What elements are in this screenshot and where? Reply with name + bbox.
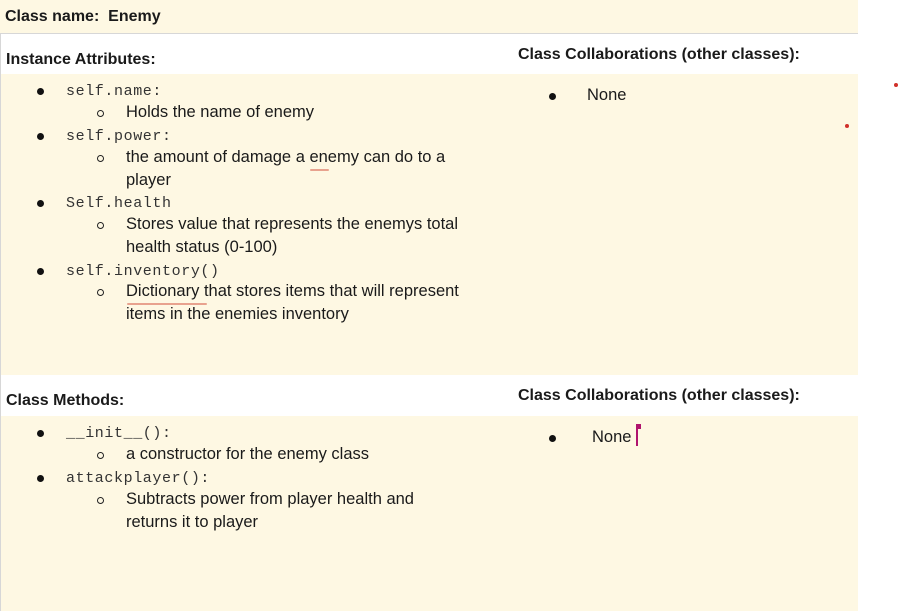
- methods-header-cell[interactable]: Class Methods:: [0, 375, 509, 417]
- method-description: returns it to player: [126, 513, 259, 531]
- attributes-collab-header: Class Collaborations (other classes):: [518, 46, 800, 63]
- sub-bullet-icon: [97, 497, 104, 504]
- attribute-description: items in the enemies inventory: [126, 305, 349, 323]
- sub-bullet-icon: [97, 110, 104, 117]
- attribute-description: Holds the name of enemy: [126, 103, 315, 121]
- bullet-icon: [37, 268, 44, 275]
- attributes-header: Instance Attributes:: [6, 51, 156, 68]
- attribute-description: player: [126, 171, 171, 189]
- sub-bullet-icon: [97, 155, 104, 162]
- collab-item: None: [592, 428, 632, 446]
- sub-bullet-icon: [97, 452, 104, 459]
- class-name-label: Class name:: [5, 8, 100, 25]
- sub-bullet-icon: [97, 289, 104, 296]
- methods-collab-header: Class Collaborations (other classes):: [518, 387, 800, 404]
- bullet-icon: [37, 430, 44, 437]
- attribute-description: Stores value that represents the enemys …: [126, 215, 459, 233]
- class-name-cell[interactable]: Class name: Enemy: [0, 0, 858, 34]
- attribute-code: Self.health: [66, 195, 172, 212]
- text-cursor: [636, 426, 638, 446]
- class-name-value: Enemy: [108, 8, 161, 25]
- class-card-document: Class name: Enemy Instance Attributes: C…: [0, 0, 858, 611]
- attributes-collab-header-cell[interactable]: Class Collaborations (other classes):: [508, 34, 858, 75]
- cursor-flag-icon: [636, 424, 641, 429]
- attribute-description: health status (0-100): [126, 238, 278, 256]
- comment-marker-icon[interactable]: [845, 124, 849, 128]
- bullet-icon: [37, 475, 44, 482]
- attribute-code: self.inventory(): [66, 263, 220, 280]
- methods-collab-cell[interactable]: None: [508, 416, 858, 611]
- spellcheck-underline: [310, 169, 329, 171]
- methods-header: Class Methods:: [6, 392, 125, 409]
- methods-body-cell[interactable]: __init__(): a constructor for the enemy …: [0, 416, 509, 611]
- attributes-collab-cell[interactable]: None: [508, 74, 858, 376]
- bullet-icon: [549, 435, 556, 442]
- method-description: Subtracts power from player health and: [126, 490, 414, 508]
- collab-item: None: [587, 86, 627, 104]
- sub-bullet-icon: [97, 222, 104, 229]
- attributes-body-cell[interactable]: self.name: Holds the name of enemy self.…: [0, 74, 509, 376]
- attribute-code: self.power:: [66, 128, 172, 145]
- bullet-icon: [37, 133, 44, 140]
- method-code: __init__():: [66, 425, 172, 442]
- attribute-description: the amount of damage a enemy can do to a: [126, 148, 446, 166]
- attribute-description: Dictionary that stores items that will r…: [126, 282, 459, 300]
- method-code: attackplayer():: [66, 470, 211, 487]
- bullet-icon: [549, 93, 556, 100]
- bullet-icon: [37, 88, 44, 95]
- methods-collab-header-cell[interactable]: Class Collaborations (other classes):: [508, 375, 858, 417]
- bullet-icon: [37, 200, 44, 207]
- method-description: a constructor for the enemy class: [126, 445, 370, 463]
- class-name-heading: Class name: Enemy: [5, 8, 161, 26]
- attributes-header-cell[interactable]: Instance Attributes:: [0, 34, 509, 75]
- attribute-code: self.name:: [66, 83, 163, 100]
- comment-marker-icon[interactable]: [894, 83, 898, 87]
